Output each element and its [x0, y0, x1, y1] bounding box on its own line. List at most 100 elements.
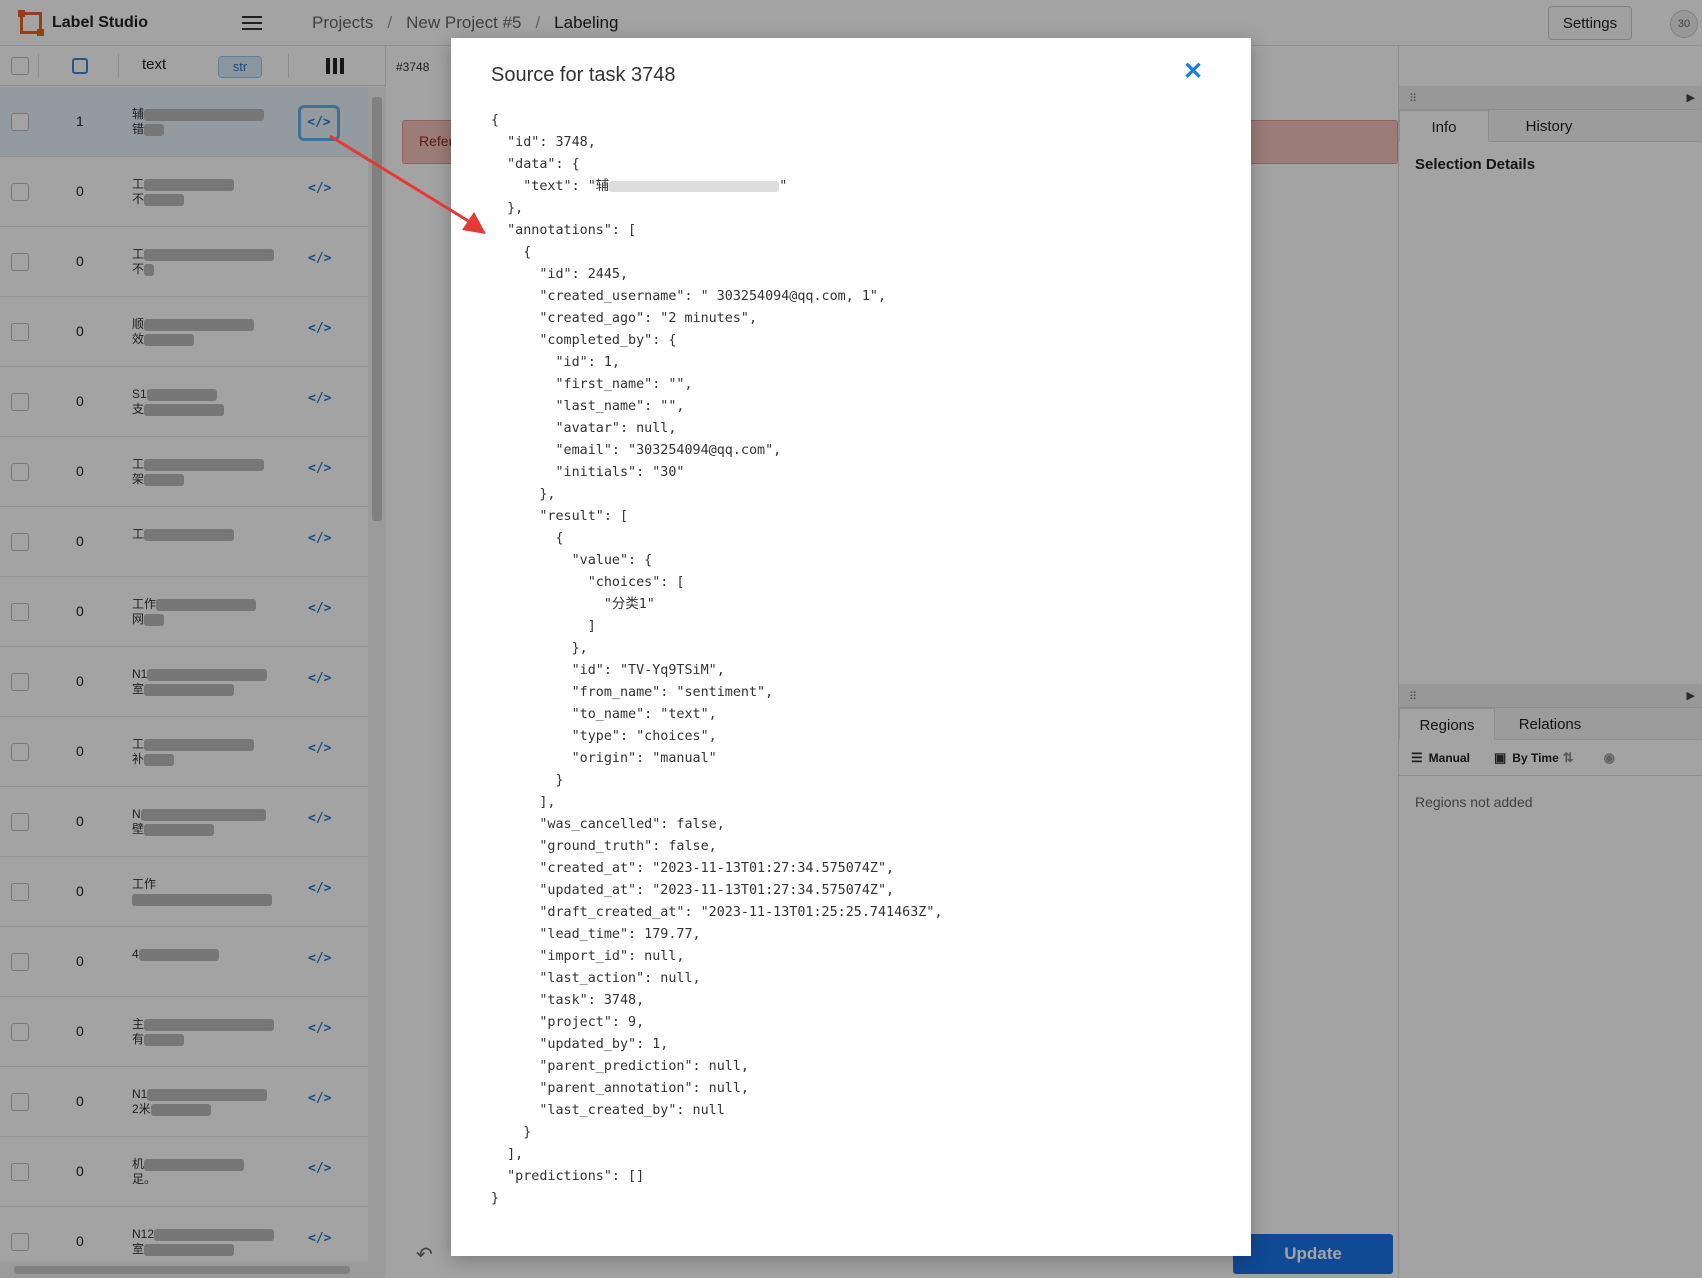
code-line: ] [491, 616, 942, 638]
code-line-text: }, [491, 487, 556, 502]
code-line: "updated_at": "2023-11-13T01:27:34.57507… [491, 880, 942, 902]
code-line-text: "text": "辅 [491, 179, 610, 194]
code-line-text: } [491, 1191, 500, 1206]
code-line: }, [491, 484, 942, 506]
code-line: "initials": "30" [491, 462, 942, 484]
code-line: "annotations": [ [491, 220, 942, 242]
code-line: "from_name": "sentiment", [491, 682, 942, 704]
code-line-text: "lead_time": 179.77, [491, 927, 701, 942]
code-line-text: { [491, 531, 564, 546]
code-line: { [491, 242, 942, 264]
code-line: "ground_truth": false, [491, 836, 942, 858]
code-line-text: "last_name": "", [491, 399, 685, 414]
code-line: "id": 1, [491, 352, 942, 374]
code-line: "id": "TV-Yq9TSiM", [491, 660, 942, 682]
code-line-text: ], [491, 1147, 524, 1162]
code-line-text: } [491, 1125, 532, 1140]
code-line: "parent_prediction": null, [491, 1056, 942, 1078]
code-line-text: "created_at": "2023-11-13T01:27:34.57507… [491, 861, 895, 876]
code-line: "choices": [ [491, 572, 942, 594]
code-line-text: "created_ago": "2 minutes", [491, 311, 758, 326]
code-line-text: ], [491, 795, 556, 810]
code-line-text: "origin": "manual" [491, 751, 717, 766]
code-line-text: }, [491, 641, 588, 656]
code-line-text: "last_action": null, [491, 971, 701, 986]
code-line: "last_created_by": null [491, 1100, 942, 1122]
code-line-text: "updated_by": 1, [491, 1037, 669, 1052]
code-line: "data": { [491, 154, 942, 176]
code-line-text: "last_created_by": null [491, 1103, 725, 1118]
code-line-text: "updated_at": "2023-11-13T01:27:34.57507… [491, 883, 895, 898]
code-line: "lead_time": 179.77, [491, 924, 942, 946]
code-line-text: "data": { [491, 157, 580, 172]
code-line-text: "created_username": " 303254094@qq.com, … [491, 289, 887, 304]
code-line-text: "ground_truth": false, [491, 839, 717, 854]
code-line: "was_cancelled": false, [491, 814, 942, 836]
code-line-text: "choices": [ [491, 575, 685, 590]
code-line: { [491, 110, 942, 132]
code-line: "to_name": "text", [491, 704, 942, 726]
code-line: "import_id": null, [491, 946, 942, 968]
code-line: "created_at": "2023-11-13T01:27:34.57507… [491, 858, 942, 880]
code-line-text: "first_name": "", [491, 377, 693, 392]
code-line: "email": "303254094@qq.com", [491, 440, 942, 462]
code-line-text: "predictions": [] [491, 1169, 645, 1184]
code-line: "project": 9, [491, 1012, 942, 1034]
code-line-text: { [491, 245, 532, 260]
source-modal: Source for task 3748 ✕ { "id": 3748, "da… [451, 38, 1251, 1256]
code-line-text: "task": 3748, [491, 993, 645, 1008]
code-line-text: }, [491, 201, 524, 216]
code-line-text: "type": "choices", [491, 729, 717, 744]
modal-title: Source for task 3748 [491, 64, 676, 86]
code-line-text: "id": 3748, [491, 135, 596, 150]
code-line-text: "email": "303254094@qq.com", [491, 443, 782, 458]
code-line-text: "to_name": "text", [491, 707, 717, 722]
code-line-text: } [491, 773, 564, 788]
code-line-text: "from_name": "sentiment", [491, 685, 774, 700]
close-icon[interactable]: ✕ [1179, 58, 1207, 86]
code-line: "text": "辅 " [491, 176, 942, 198]
code-line: "created_ago": "2 minutes", [491, 308, 942, 330]
code-line: }, [491, 638, 942, 660]
code-line-text: "was_cancelled": false, [491, 817, 725, 832]
code-line: "task": 3748, [491, 990, 942, 1012]
code-line-text: "import_id": null, [491, 949, 685, 964]
code-line: "result": [ [491, 506, 942, 528]
code-line: "type": "choices", [491, 726, 942, 748]
code-line: "id": 2445, [491, 264, 942, 286]
code-line-text: "annotations": [ [491, 223, 637, 238]
code-quote: " [779, 179, 788, 194]
code-line-text: "id": 2445, [491, 267, 629, 282]
code-line-text: "project": 9, [491, 1015, 645, 1030]
code-line: }, [491, 198, 942, 220]
code-line: "value": { [491, 550, 942, 572]
code-line: "updated_by": 1, [491, 1034, 942, 1056]
code-line: "last_action": null, [491, 968, 942, 990]
code-line-text: "id": 1, [491, 355, 620, 370]
code-line-text: "avatar": null, [491, 421, 677, 436]
code-line: } [491, 1122, 942, 1144]
code-line-text: "value": { [491, 553, 653, 568]
code-line-text: "parent_prediction": null, [491, 1059, 749, 1074]
code-line: "id": 3748, [491, 132, 942, 154]
code-line-text: "draft_created_at": "2023-11-13T01:25:25… [491, 905, 943, 920]
code-line: "first_name": "", [491, 374, 942, 396]
code-line: "draft_created_at": "2023-11-13T01:25:25… [491, 902, 942, 924]
code-line-text: "分类1" [491, 597, 655, 612]
code-line: } [491, 770, 942, 792]
code-line: "last_name": "", [491, 396, 942, 418]
code-line: } [491, 1188, 942, 1210]
code-line-text: "initials": "30" [491, 465, 685, 480]
code-line-text: "result": [ [491, 509, 629, 524]
code-line: "origin": "manual" [491, 748, 942, 770]
code-line-text: { [491, 113, 500, 128]
code-line-text: "id": "TV-Yq9TSiM", [491, 663, 725, 678]
code-line: { [491, 528, 942, 550]
code-line-text: "parent_annotation": null, [491, 1081, 749, 1096]
redacted-text [609, 180, 780, 192]
code-line: "completed_by": { [491, 330, 942, 352]
code-line: "created_username": " 303254094@qq.com, … [491, 286, 942, 308]
code-line-text: ] [491, 619, 596, 634]
code-line: "avatar": null, [491, 418, 942, 440]
code-line-text: "completed_by": { [491, 333, 677, 348]
